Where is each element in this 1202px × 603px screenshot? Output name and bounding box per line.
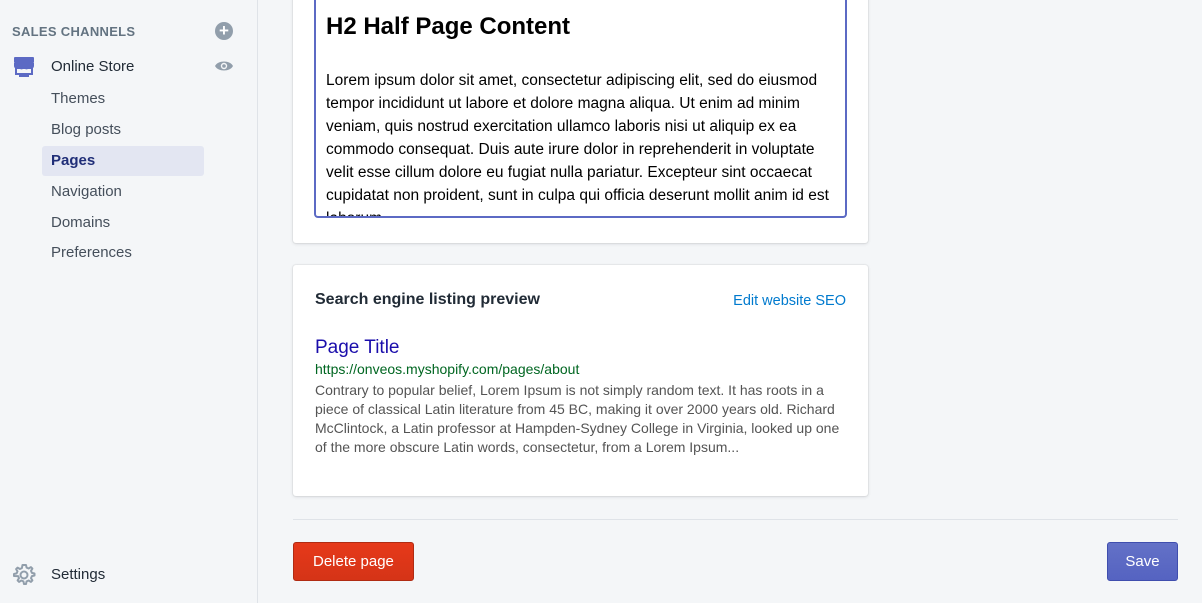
save-button[interactable]: Save [1107, 542, 1178, 581]
sales-channels-heading: SALES CHANNELS [12, 24, 136, 39]
content-card: H2 Half Page Content Lorem ipsum dolor s… [293, 0, 868, 243]
content-body: Lorem ipsum dolor sit amet, consectetur … [326, 72, 829, 216]
seo-page-url: https://onveos.myshopify.com/pages/about [315, 361, 580, 377]
sidebar-item-domains[interactable]: Domains [42, 208, 204, 238]
gear-icon [13, 564, 36, 585]
eye-icon[interactable] [214, 58, 234, 74]
seo-preview-card: Search engine listing preview Edit websi… [293, 265, 868, 496]
divider [293, 519, 1178, 520]
seo-page-title: Page Title [315, 337, 400, 358]
seo-page-description: Contrary to popular belief, Lorem Ipsum … [315, 382, 840, 455]
edit-website-seo-link[interactable]: Edit website SEO [733, 293, 846, 309]
sidebar-item-settings[interactable]: Settings [51, 566, 105, 583]
sidebar-item-navigation[interactable]: Navigation [42, 177, 204, 207]
sidebar-item-preferences[interactable]: Preferences [42, 238, 204, 268]
sidebar-item-pages[interactable]: Pages [42, 146, 204, 176]
content-heading: H2 Half Page Content [326, 13, 571, 40]
seo-preview-title: Search engine listing preview [315, 291, 540, 308]
content-editor[interactable]: H2 Half Page Content Lorem ipsum dolor s… [314, 0, 847, 218]
store-icon [14, 57, 34, 77]
plus-circle-icon[interactable]: + [215, 22, 233, 40]
sidebar: SALES CHANNELS + Online Store Themes Blo… [0, 0, 258, 603]
sidebar-item-blog-posts[interactable]: Blog posts [42, 115, 204, 145]
delete-page-button[interactable]: Delete page [293, 542, 414, 581]
sidebar-item-online-store[interactable]: Online Store [51, 58, 134, 75]
sidebar-item-themes[interactable]: Themes [42, 84, 204, 114]
